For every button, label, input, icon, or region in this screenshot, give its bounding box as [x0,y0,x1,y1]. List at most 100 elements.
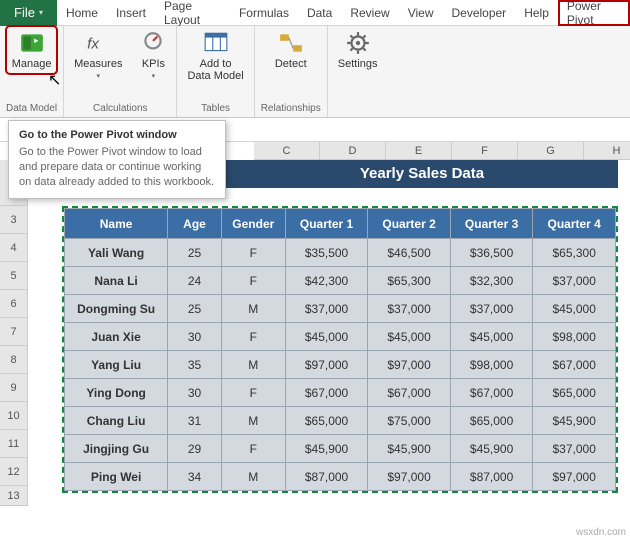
row-header[interactable]: 5 [0,262,28,290]
cell[interactable]: $37,000 [533,435,616,463]
cell[interactable]: Yali Wang [65,239,168,267]
cell[interactable]: $67,000 [533,351,616,379]
cell[interactable]: Dongming Su [65,295,168,323]
cell[interactable]: $65,300 [533,239,616,267]
tab-power-pivot[interactable]: Power Pivot [558,0,630,26]
cell[interactable]: $45,000 [368,323,451,351]
cell[interactable]: F [221,323,285,351]
cell[interactable]: $35,500 [285,239,368,267]
cell[interactable]: Juan Xie [65,323,168,351]
cell[interactable]: 35 [168,351,222,379]
cell[interactable]: $46,500 [368,239,451,267]
row-header[interactable]: 10 [0,402,28,430]
measures-button[interactable]: fx Measures [70,28,126,82]
row-header[interactable]: 7 [0,318,28,346]
tab-home[interactable]: Home [57,0,107,26]
table-row[interactable]: Yang Liu35M$97,000$97,000$98,000$67,000 [65,351,616,379]
cell[interactable]: M [221,463,285,491]
column-header[interactable]: C [254,142,320,160]
file-tab[interactable]: File [0,0,57,26]
manage-button[interactable]: Manage [8,28,56,72]
worksheet[interactable]: CDEFGH 2345678910111213 Yearly Sales Dat… [0,142,630,542]
cell[interactable]: $37,000 [450,295,533,323]
cell[interactable]: $37,000 [533,267,616,295]
column-header[interactable]: D [320,142,386,160]
cell[interactable]: $37,000 [285,295,368,323]
cell[interactable]: $97,000 [368,351,451,379]
cell[interactable]: $65,000 [533,379,616,407]
row-header[interactable]: 9 [0,374,28,402]
tab-formulas[interactable]: Formulas [230,0,298,26]
cell[interactable]: $65,000 [285,407,368,435]
cell[interactable]: $67,000 [285,379,368,407]
cell[interactable]: $67,000 [450,379,533,407]
cell[interactable]: F [221,267,285,295]
cell[interactable]: Ping Wei [65,463,168,491]
tab-help[interactable]: Help [515,0,558,26]
cell[interactable]: M [221,407,285,435]
cell[interactable]: 34 [168,463,222,491]
cell[interactable]: Jingjing Gu [65,435,168,463]
cell[interactable]: 24 [168,267,222,295]
cell[interactable]: $45,900 [450,435,533,463]
cell[interactable]: M [221,295,285,323]
cell[interactable]: F [221,239,285,267]
cell[interactable]: $97,000 [368,463,451,491]
row-header[interactable]: 11 [0,430,28,458]
tab-insert[interactable]: Insert [107,0,155,26]
row-header[interactable]: 4 [0,234,28,262]
cell[interactable]: $45,900 [533,407,616,435]
cell[interactable]: $45,000 [450,323,533,351]
row-header[interactable]: 3 [0,206,28,234]
tab-developer[interactable]: Developer [442,0,515,26]
cell[interactable]: $97,000 [285,351,368,379]
table-row[interactable]: Yali Wang25F$35,500$46,500$36,500$65,300 [65,239,616,267]
cell[interactable]: $97,000 [533,463,616,491]
cell[interactable]: Chang Liu [65,407,168,435]
cell[interactable]: M [221,351,285,379]
cell[interactable]: $32,300 [450,267,533,295]
detect-button[interactable]: Detect [271,28,311,72]
table-row[interactable]: Ping Wei34M$87,000$97,000$87,000$97,000 [65,463,616,491]
cell[interactable]: $65,300 [368,267,451,295]
cell[interactable]: F [221,435,285,463]
table-row[interactable]: Jingjing Gu29F$45,900$45,900$45,900$37,0… [65,435,616,463]
cell[interactable]: $36,500 [450,239,533,267]
tab-view[interactable]: View [399,0,443,26]
cell[interactable]: 31 [168,407,222,435]
cell[interactable]: $45,000 [285,323,368,351]
cell[interactable]: 25 [168,295,222,323]
cell[interactable]: $45,900 [285,435,368,463]
cell[interactable]: 30 [168,379,222,407]
row-header[interactable]: 12 [0,458,28,486]
cell[interactable]: $67,000 [368,379,451,407]
column-header-cell[interactable]: Quarter 2 [368,209,451,239]
column-header-cell[interactable]: Name [65,209,168,239]
cell[interactable]: Nana Li [65,267,168,295]
column-header-cell[interactable]: Age [168,209,222,239]
column-header-cell[interactable]: Quarter 3 [450,209,533,239]
cell[interactable]: $37,000 [368,295,451,323]
kpis-button[interactable]: KPIs [136,28,170,82]
cell[interactable]: $75,000 [368,407,451,435]
cell[interactable]: $87,000 [285,463,368,491]
cell[interactable]: $42,300 [285,267,368,295]
cell[interactable]: 29 [168,435,222,463]
column-header[interactable]: G [518,142,584,160]
tab-data[interactable]: Data [298,0,341,26]
table-row[interactable]: Dongming Su25M$37,000$37,000$37,000$45,0… [65,295,616,323]
cell[interactable]: $65,000 [450,407,533,435]
table-row[interactable]: Juan Xie30F$45,000$45,000$45,000$98,000 [65,323,616,351]
cell[interactable]: $45,000 [533,295,616,323]
row-header[interactable]: 6 [0,290,28,318]
table-row[interactable]: Nana Li24F$42,300$65,300$32,300$37,000 [65,267,616,295]
cell[interactable]: 25 [168,239,222,267]
column-header[interactable]: F [452,142,518,160]
table-row[interactable]: Ying Dong30F$67,000$67,000$67,000$65,000 [65,379,616,407]
cell[interactable]: $98,000 [450,351,533,379]
cell[interactable]: Yang Liu [65,351,168,379]
cell[interactable]: 30 [168,323,222,351]
column-header-cell[interactable]: Quarter 1 [285,209,368,239]
cell[interactable]: $98,000 [533,323,616,351]
row-header[interactable]: 13 [0,486,28,506]
